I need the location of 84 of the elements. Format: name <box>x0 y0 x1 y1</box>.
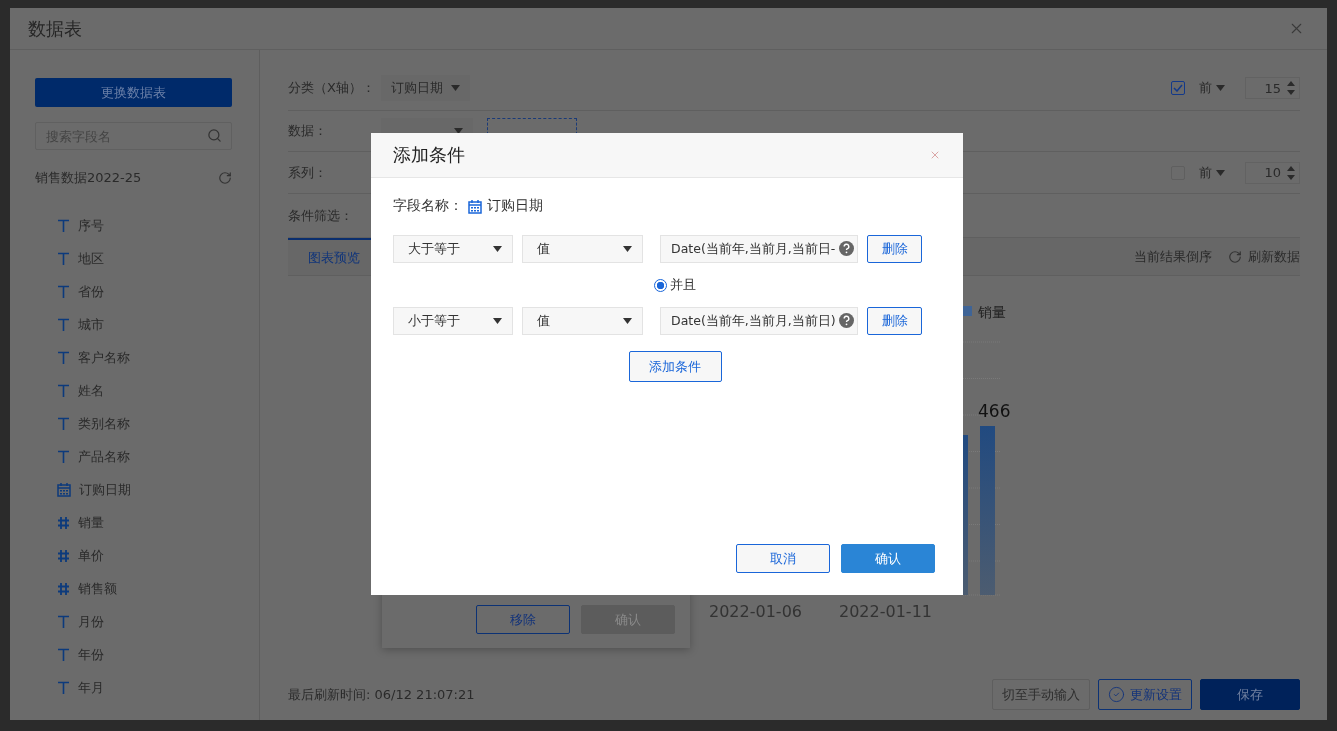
window-title: 数据表 <box>28 16 82 41</box>
operator-select[interactable]: 小于等于 <box>393 307 513 335</box>
text-type-icon <box>57 383 70 398</box>
text-type-icon <box>57 251 70 266</box>
update-settings-button[interactable]: 更新设置 <box>1098 679 1192 710</box>
calendar-icon <box>57 482 71 497</box>
confirm-button[interactable]: 确认 <box>841 544 935 573</box>
field-item[interactable]: 城市 <box>57 308 104 341</box>
row-label: 数据： <box>288 122 328 140</box>
count-spinner[interactable]: 10 <box>1245 161 1300 184</box>
field-item[interactable]: 地区 <box>57 242 104 275</box>
value-type-select[interactable]: 值 <box>522 307 643 335</box>
dataset-name: 销售数据2022-25 <box>35 169 142 187</box>
field-item[interactable]: 销量 <box>57 506 104 539</box>
check-circle-icon <box>1108 686 1125 703</box>
count-spinner[interactable]: 15 <box>1245 77 1300 99</box>
reverse-order-link[interactable]: 当前结果倒序 <box>1134 238 1212 275</box>
text-type-icon <box>57 614 70 629</box>
help-icon[interactable] <box>839 241 854 256</box>
dialog-title: 添加条件 <box>393 143 465 167</box>
spinner-arrows-icon <box>1287 80 1295 96</box>
checkbox[interactable] <box>1171 81 1185 95</box>
field-name: 订购日期 <box>487 197 543 215</box>
refresh-time: 最后刷新时间: 06/12 21:07:21 <box>288 686 475 704</box>
hash-icon <box>57 515 70 530</box>
value-type-select[interactable]: 值 <box>522 235 643 263</box>
field-item[interactable]: 销售额 <box>57 572 117 605</box>
field-item[interactable]: 年份 <box>57 638 104 671</box>
search-icon <box>207 128 222 143</box>
text-type-icon <box>57 416 70 431</box>
hash-icon <box>57 548 70 563</box>
caret-icon <box>623 246 632 252</box>
caret-icon <box>1216 169 1225 176</box>
value-field[interactable]: Date(当前年,当前月,当前日) <box>660 307 858 335</box>
value-field[interactable]: Date(当前年,当前月,当前日- <box>660 235 858 263</box>
caret-icon <box>623 318 632 324</box>
field-item[interactable]: 省份 <box>57 275 104 308</box>
cancel-button[interactable]: 取消 <box>736 544 830 573</box>
value-label: 466 <box>978 401 1011 421</box>
text-type-icon <box>57 284 70 299</box>
caret-icon <box>1216 85 1225 91</box>
popover-button[interactable]: 移除 <box>476 605 570 634</box>
row-label: 系列： <box>288 163 328 182</box>
field-item[interactable]: 订购日期 <box>57 473 131 506</box>
text-type-icon <box>57 449 70 464</box>
delete-button[interactable]: 删除 <box>867 235 922 263</box>
operator-select[interactable]: 大于等于 <box>393 235 513 263</box>
field-item[interactable]: 类别名称 <box>57 407 130 440</box>
axis-label: 2022-01-11 <box>839 602 932 621</box>
axis-label: 2022-01-06 <box>709 602 802 621</box>
field-item[interactable]: 客户名称 <box>57 341 130 374</box>
text-type-icon <box>57 680 70 695</box>
caret-icon <box>493 246 502 252</box>
change-table-button[interactable]: 更换数据表 <box>35 78 232 107</box>
caret-icon <box>493 318 502 324</box>
field-item[interactable]: 序号 <box>57 209 104 242</box>
field-item[interactable]: 姓名 <box>57 374 104 407</box>
field-item[interactable]: 月份 <box>57 605 104 638</box>
delete-button[interactable]: 删除 <box>867 307 922 335</box>
text-type-icon <box>57 350 70 365</box>
text-type-icon <box>57 647 70 662</box>
text-type-icon <box>57 317 70 332</box>
join-radio[interactable]: 并且 <box>654 276 696 294</box>
field-item[interactable]: 单价 <box>57 539 104 572</box>
close-icon[interactable] <box>929 149 941 161</box>
refresh-icon <box>1228 249 1242 264</box>
calendar-icon <box>468 198 482 214</box>
field-label: 字段名称： <box>393 197 463 215</box>
field-item[interactable]: 年月 <box>57 671 104 704</box>
spinner-arrows-icon <box>1287 164 1295 181</box>
row-label: 分类（X轴）： <box>288 79 376 97</box>
mode-dropdown[interactable]: 前 <box>1199 163 1225 182</box>
help-icon[interactable] <box>839 313 854 328</box>
save-button[interactable]: 保存 <box>1200 679 1300 710</box>
mode-dropdown[interactable]: 前 <box>1199 79 1225 97</box>
field-item[interactable]: 产品名称 <box>57 440 130 473</box>
row-label: 条件筛选： <box>288 206 354 225</box>
legend-label: 销量 <box>978 304 1006 320</box>
caret-icon <box>451 85 460 91</box>
hash-icon <box>57 581 70 596</box>
refresh-icon[interactable] <box>218 171 232 185</box>
legend-swatch <box>962 306 972 316</box>
add-condition-button[interactable]: 添加条件 <box>628 351 722 382</box>
text-type-icon <box>57 218 70 233</box>
